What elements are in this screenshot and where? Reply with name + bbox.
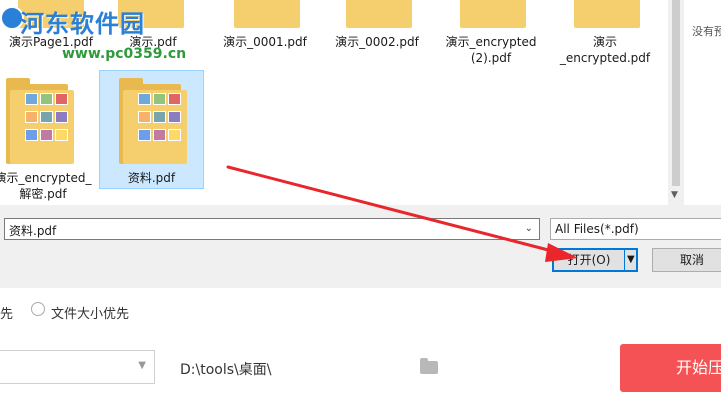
folder-icon — [234, 0, 300, 28]
output-path: D:\tools\桌面\ — [180, 362, 272, 378]
file-item[interactable]: 演示_0002.pdf — [326, 0, 428, 60]
image-folder-icon — [119, 78, 189, 164]
preview-text: 没有预 — [692, 25, 721, 38]
chevron-down-icon: ▼ — [138, 360, 146, 371]
file-name: 演示_0002.pdf — [335, 35, 419, 49]
filename-value: 资料.pdf — [9, 224, 57, 238]
file-item[interactable]: 演示_encrypted_ 解密.pdf — [0, 72, 94, 202]
preview-pane: 没有预 — [684, 0, 721, 205]
scroll-down-arrow-icon[interactable]: ▼ — [671, 190, 678, 200]
filename-combobox[interactable]: 资料.pdf ⌄ — [4, 218, 540, 240]
file-item[interactable]: 演示 _encrypted.pdf — [554, 0, 656, 70]
image-folder-icon — [6, 78, 76, 164]
file-item-selected[interactable]: 资料.pdf — [99, 70, 204, 189]
file-name: 演示_encrypted_ 解密.pdf — [0, 171, 92, 201]
vertical-scrollbar[interactable]: ▼ — [668, 0, 684, 205]
watermark-site-name: 河东软件园 — [20, 10, 145, 38]
chevron-down-icon[interactable]: ⌄ — [525, 223, 533, 234]
dropdown-arrow-icon[interactable]: ▼ — [627, 250, 635, 270]
size-priority-label: 文件大小优先 — [51, 307, 130, 322]
cancel-button[interactable]: 取消 — [652, 248, 721, 272]
file-name: 资料.pdf — [127, 171, 176, 185]
file-name: 演示_0001.pdf — [223, 35, 307, 49]
file-list[interactable]: 演示Page1.pdf 演示.pdf 演示_0001.pdf 演示_0002.p… — [0, 0, 684, 205]
output-mode-select[interactable]: ▼ — [0, 350, 155, 384]
split-divider — [624, 250, 625, 270]
file-item[interactable]: 演示_0001.pdf — [214, 0, 316, 60]
browse-folder-icon[interactable] — [420, 358, 438, 374]
open-button-label: 打开(O) — [567, 253, 611, 267]
filetype-value: All Files(*.pdf) — [555, 222, 639, 236]
file-name: 演示 _encrypted.pdf — [559, 35, 651, 65]
folder-icon — [346, 0, 412, 28]
size-priority-radio[interactable] — [31, 302, 45, 316]
filetype-select[interactable]: All Files(*.pdf) — [550, 218, 721, 240]
file-item[interactable]: 演示_encrypted (2).pdf — [440, 0, 542, 70]
file-name: 演示_encrypted (2).pdf — [445, 35, 537, 65]
folder-icon — [460, 0, 526, 28]
watermark-url: www.pc0359.cn — [62, 46, 187, 62]
start-compress-button[interactable]: 开始压 — [620, 344, 721, 392]
folder-icon — [574, 0, 640, 28]
file-open-dialog: 演示Page1.pdf 演示.pdf 演示_0001.pdf 演示_0002.p… — [0, 0, 721, 288]
open-button[interactable]: 打开(O) ▼ — [552, 248, 638, 272]
option-priority-label: 先 — [0, 307, 14, 322]
scrollbar-thumb[interactable] — [672, 0, 680, 186]
